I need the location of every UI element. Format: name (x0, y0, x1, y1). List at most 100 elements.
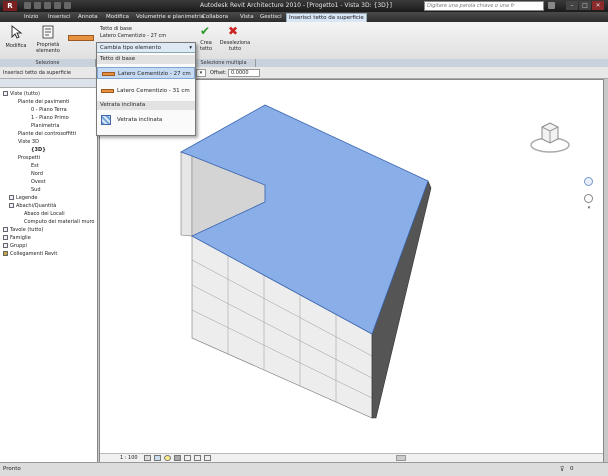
tree-piante-controsoffitti[interactable]: Piante dei controsoffitti (18, 131, 76, 137)
tree-viste-3d[interactable]: Viste 3D (18, 139, 39, 145)
scale-label[interactable]: 1 : 100 (120, 455, 138, 461)
tab-annota[interactable]: Annota (76, 13, 100, 22)
tree-tavole[interactable]: Tavole (tutto) (3, 227, 43, 233)
sheets-icon (3, 227, 8, 232)
sloped-glazing-icon (101, 115, 111, 125)
ok-check-icon[interactable]: ✔ (200, 24, 214, 38)
tree-piante-pavimenti[interactable]: Piante dei pavimenti (18, 99, 69, 105)
nav-dropdown-icon[interactable]: ▾ (584, 205, 594, 211)
chevron-down-icon: ▾ (189, 45, 192, 51)
tree-computo-materiali[interactable]: Computo dei materiali muro (24, 219, 95, 225)
minimize-button[interactable]: – (566, 1, 578, 10)
links-icon (3, 251, 8, 256)
options-dropdown[interactable]: ▾ (196, 69, 206, 77)
tree-sud[interactable]: Sud (31, 187, 41, 193)
tree-collegamenti[interactable]: Collegamenti Revit (3, 251, 57, 257)
reveal-hidden-icon[interactable] (204, 455, 211, 461)
tree-abachi[interactable]: Abachi/Quantità (9, 203, 56, 209)
tab-modifica[interactable]: Modifica (104, 13, 131, 22)
change-type-selector[interactable]: Cambia tipo elemento ▾ (97, 43, 195, 53)
close-button[interactable]: ✕ (592, 1, 604, 10)
tab-collabora[interactable]: Collabora (200, 13, 230, 22)
dropdown-item-label: Vetrata inclinata (117, 117, 163, 123)
dropdown-item-label: Latero Cementizio - 31 cm (117, 88, 190, 94)
tab-inserisci-tetto[interactable]: Inserisci tetto da superficie (286, 13, 367, 22)
hide-isolate-icon[interactable] (194, 455, 201, 461)
tree-nord[interactable]: Nord (31, 171, 43, 177)
visual-style-icon[interactable] (154, 455, 161, 461)
dropdown-item-27cm[interactable]: Latero Cementizio - 27 cm (97, 67, 195, 79)
tab-gestisci[interactable]: Gestisci (258, 13, 284, 22)
tree-viste[interactable]: Viste (tutto) (3, 91, 40, 97)
tree-3d-view[interactable]: {3D} (31, 147, 46, 153)
undo-icon[interactable] (44, 2, 51, 9)
tree-legende[interactable]: Legende (9, 195, 37, 201)
viewcube[interactable] (528, 113, 572, 157)
detail-level-icon[interactable] (144, 455, 151, 461)
tree-piano-primo[interactable]: 1 - Piano Primo (31, 115, 69, 121)
view-control-bar: 1 : 100 (100, 453, 603, 462)
offset-label: Offset: (210, 70, 227, 76)
views-icon (3, 91, 8, 96)
filter-icon[interactable]: ⊽ (560, 466, 564, 473)
sun-path-icon[interactable] (164, 455, 171, 461)
binoculars-icon[interactable] (548, 2, 555, 9)
open-icon[interactable] (24, 2, 31, 9)
crea-tetto-label: Crea tetto (199, 40, 213, 52)
offset-input[interactable]: 0.0000 (228, 69, 260, 77)
legend-icon (9, 195, 14, 200)
tab-volumetrie[interactable]: Volumetrie e planimetria (134, 13, 206, 22)
tree-ovest[interactable]: Ovest (31, 179, 46, 185)
tree-label: Tavole (tutto) (10, 227, 44, 233)
steering-wheel-icon[interactable] (584, 177, 593, 186)
options-bar: Inserisci tetto da superficie ▾ Offset: … (0, 67, 608, 79)
revit-app-icon[interactable]: R (3, 1, 17, 11)
project-browser: Viste (tutto) Piante dei pavimenti 0 - P… (0, 79, 98, 462)
status-text: Pronto (3, 466, 21, 472)
save-icon[interactable] (34, 2, 41, 9)
status-bar: Pronto ⊽ 0 (0, 462, 608, 476)
tree-label: Legende (16, 195, 38, 201)
tab-inizio[interactable]: Inizio (22, 13, 40, 22)
dropdown-item-31cm[interactable]: Latero Cementizio - 31 cm (97, 85, 195, 97)
cursor-arrow-icon (11, 24, 23, 39)
tree-label: Viste (tutto) (10, 91, 40, 97)
title-bar: R Autodesk Revit Architecture 2010 - [Pr… (0, 0, 608, 12)
type-name-label: Latero Cementizio - 27 cm (100, 33, 167, 39)
type-selector-dropdown: Cambia tipo elemento ▾ Tetto di base Lat… (96, 42, 196, 136)
tab-vista[interactable]: Vista (238, 13, 256, 22)
tree-gruppi[interactable]: Gruppi (3, 243, 27, 249)
context-label: Inserisci tetto da superficie (3, 70, 71, 76)
shadows-icon[interactable] (174, 455, 181, 461)
measure-icon[interactable] (64, 2, 71, 9)
tree-label: Gruppi (10, 243, 27, 249)
cancel-x-icon[interactable]: ✖ (228, 24, 242, 38)
tree-planimetria[interactable]: Planimetria (31, 123, 59, 129)
dropdown-group-tetto: Tetto di base (97, 55, 195, 64)
tree-famiglie[interactable]: Famiglie (3, 235, 31, 241)
families-icon (3, 235, 8, 240)
group-selezione: Selezione (0, 59, 96, 67)
ribbon-panel: Modifica Proprietà elemento Tetto di bas… (0, 22, 608, 67)
maximize-button[interactable]: □ (579, 1, 591, 10)
crop-icon[interactable] (184, 455, 191, 461)
scrollbar[interactable] (396, 455, 406, 461)
deseleziona-label: Deseleziona tutto (219, 40, 251, 52)
modifica-button[interactable]: Modifica (3, 24, 29, 49)
group-selezione-multipla: Selezione multipla (192, 59, 256, 67)
ribbon-tabs: Inizio Inserisci Annota Modifica Volumet… (0, 12, 608, 22)
tab-inserisci[interactable]: Inserisci (46, 13, 73, 22)
tree-est[interactable]: Est (31, 163, 39, 169)
dropdown-group-vetrata: Vetrata inclinata (97, 101, 195, 110)
group-empty (256, 59, 608, 67)
tree-abaco-locali[interactable]: Abaco dei Locali (24, 211, 65, 217)
dropdown-item-vetrata[interactable]: Vetrata inclinata (97, 113, 195, 127)
proprieta-button[interactable]: Proprietà elemento (34, 25, 62, 54)
tree-piano-terra[interactable]: 0 - Piano Terra (31, 107, 67, 113)
type-swatch (68, 35, 94, 41)
search-input[interactable]: Digitare una parola chiave o una fr (424, 1, 544, 11)
3d-viewport[interactable]: ▾ 1 : 100 (99, 79, 604, 462)
tree-prospetti[interactable]: Prospetti (18, 155, 40, 161)
redo-icon[interactable] (54, 2, 61, 9)
zoom-icon[interactable] (584, 194, 593, 203)
